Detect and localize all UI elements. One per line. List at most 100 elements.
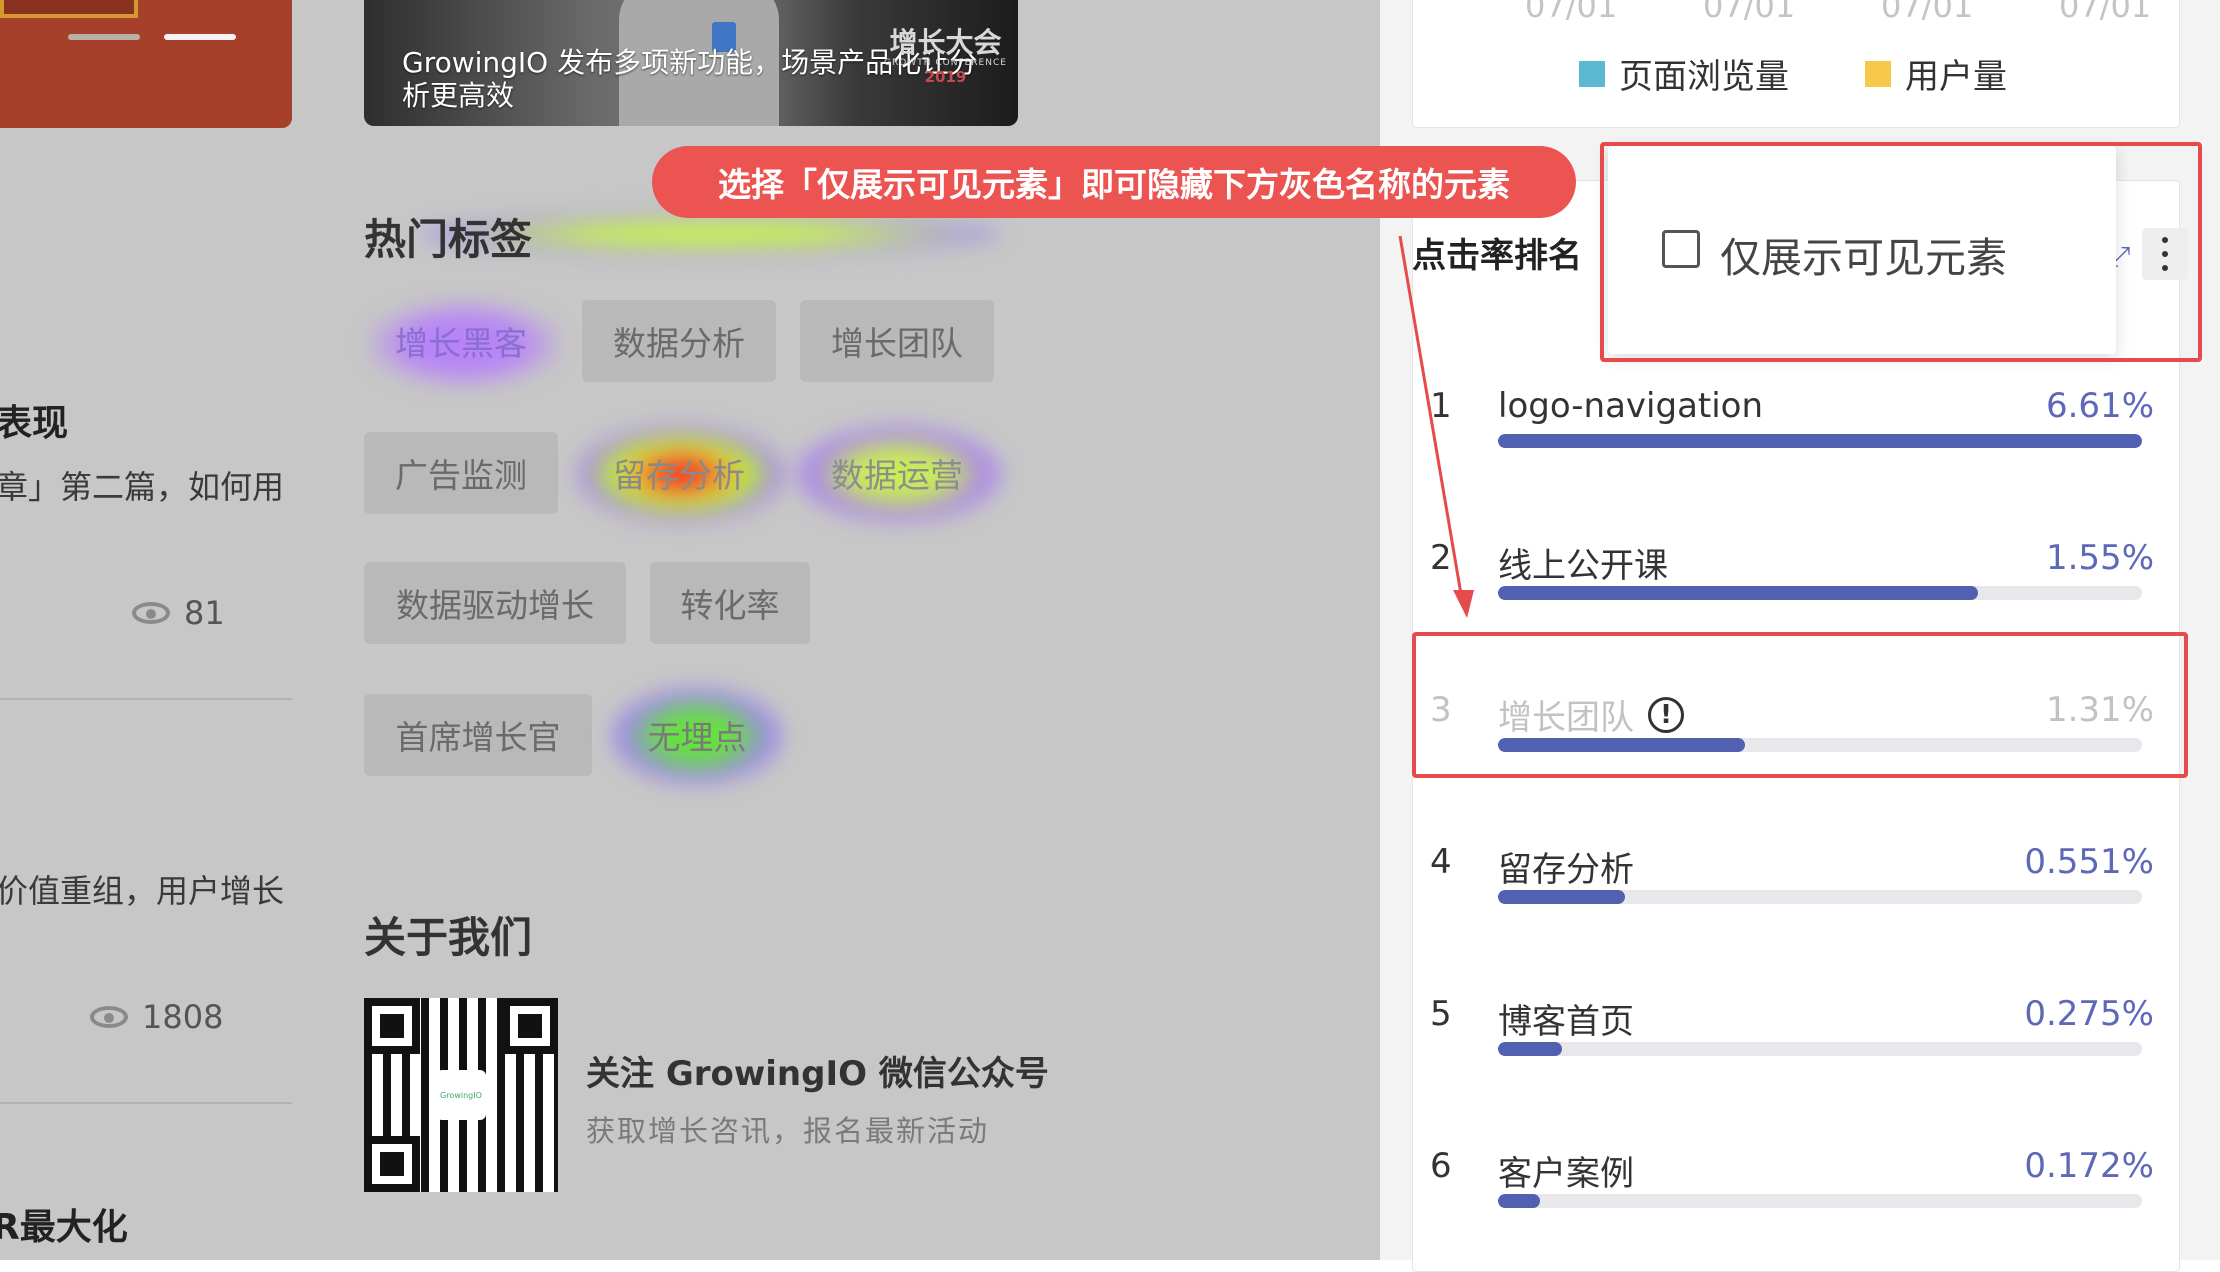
rate-bar-fill <box>1498 434 2142 448</box>
divider <box>0 1102 292 1104</box>
rank-number: 4 <box>1430 842 1452 882</box>
element-name-text: 留存分析 <box>1498 850 1634 890</box>
tag-growth-hacker[interactable]: 增长黑客 <box>364 300 558 382</box>
legend-users[interactable]: 用户量 <box>1865 49 2007 98</box>
rate-bar-track <box>1498 1042 2142 1056</box>
click-rank-title: 点击率排名 <box>1412 236 1582 276</box>
legend-label: 页面浏览量 <box>1619 57 1789 97</box>
x-axis-label: 07/01 <box>1881 0 1974 25</box>
carousel-dot-active[interactable] <box>164 34 236 40</box>
rate-bar-track <box>1498 738 2142 752</box>
rate-bar-track <box>1498 434 2142 448</box>
element-name-text: 客户案例 <box>1498 1154 1634 1194</box>
qr-corner <box>364 1136 420 1192</box>
options-dropdown: 仅展示可见元素 <box>1608 146 2116 354</box>
rate-bar-fill <box>1498 890 1625 904</box>
conference-sub: GROWTH CONFERENCE <box>884 58 1007 68</box>
qr-corner <box>502 998 558 1054</box>
x-axis-label: 07/01 <box>1703 0 1796 25</box>
rank-row[interactable]: 2 线上公开课 1.55% <box>1412 514 2178 664</box>
rank-row[interactable]: 6 客户案例 0.172% <box>1412 1122 2178 1272</box>
banner-decoration <box>0 0 138 18</box>
rank-number: 5 <box>1430 994 1452 1034</box>
qr-corner <box>364 998 420 1054</box>
tag-retention-analysis[interactable]: 留存分析 <box>582 432 776 514</box>
conference-name: 增长大会 <box>889 26 1002 59</box>
article-desc: 价值重组，用户增长 <box>0 872 285 910</box>
article-views: 1808 <box>90 998 223 1036</box>
eye-icon <box>132 602 170 624</box>
click-rate: 1.55% <box>2045 538 2154 578</box>
more-vertical-icon[interactable] <box>2142 228 2188 280</box>
tag-data-driven-growth[interactable]: 数据驱动增长 <box>364 562 626 644</box>
eye-icon <box>90 1006 128 1028</box>
trend-chart-card: 07/01 07/01 07/01 07/01 页面浏览量 用户量 <box>1412 0 2180 128</box>
rate-bar-track <box>1498 1194 2142 1208</box>
tag-growth-team[interactable]: 增长团队 <box>800 300 994 382</box>
rank-number: 2 <box>1430 538 1452 578</box>
about-main-text: 关注 GrowingIO 微信公众号 <box>586 1054 1049 1094</box>
about-title: 关于我们 <box>364 913 533 962</box>
news-photo-card[interactable]: GrowingIO 发布多项新功能，场景产品化让分析更高效 增长大会 GROWT… <box>364 0 1018 126</box>
rate-bar-fill <box>1498 586 1978 600</box>
article-title[interactable]: 表现 <box>0 394 68 446</box>
click-rate: 6.61% <box>2045 386 2154 426</box>
rate-bar-fill <box>1498 1194 1540 1208</box>
tag-ad-monitoring[interactable]: 广告监测 <box>364 432 558 514</box>
warning-circle-icon[interactable]: ! <box>1648 696 1684 733</box>
annotation-callout: 选择「仅展示可见元素」即可隐藏下方灰色名称的元素 <box>652 146 1576 218</box>
conference-logo: 增长大会 GROWTH CONFERENCE 2019 <box>884 26 1007 87</box>
rate-bar-fill <box>1498 738 1745 752</box>
element-name: 客户案例 <box>1498 1146 1634 1195</box>
x-axis-label: 07/01 <box>2059 0 2152 25</box>
visible-only-label[interactable]: 仅展示可见元素 <box>1720 224 2007 284</box>
tag-conversion-rate[interactable]: 转化率 <box>650 562 810 644</box>
tag-data-operations[interactable]: 数据运营 <box>800 432 994 514</box>
element-name: 增长团队 ! <box>1498 690 1684 739</box>
element-name-text: 线上公开课 <box>1498 546 1668 586</box>
element-name: 留存分析 <box>1498 842 1634 891</box>
x-axis-label: 07/01 <box>1525 0 1618 25</box>
qr-logo: GrowingIO <box>436 1070 486 1120</box>
view-count: 1808 <box>142 998 224 1036</box>
click-rate: 0.275% <box>2024 994 2154 1034</box>
tag-no-tracking[interactable]: 无埋点 <box>616 694 778 776</box>
rank-row[interactable]: 5 博客首页 0.275% <box>1412 970 2178 1120</box>
element-name-text: logo-navigation <box>1498 386 1764 426</box>
article-desc: 章」第二篇，如何用 <box>0 468 285 506</box>
rank-row[interactable]: 4 留存分析 0.551% <box>1412 818 2178 968</box>
rank-number: 3 <box>1430 690 1452 730</box>
legend-swatch <box>1865 60 1891 87</box>
visible-only-checkbox[interactable] <box>1662 230 1700 268</box>
element-name-text: 博客首页 <box>1498 1002 1634 1042</box>
rank-number: 6 <box>1430 1146 1452 1186</box>
about-sub-text: 获取增长咨讯，报名最新活动 <box>586 1114 990 1148</box>
element-name: 线上公开课 <box>1498 538 1668 587</box>
click-rate: 1.31% <box>2045 690 2154 730</box>
carousel-dot[interactable] <box>68 34 140 40</box>
divider <box>0 698 292 700</box>
tag-chief-growth-officer[interactable]: 首席增长官 <box>364 694 592 776</box>
article-title[interactable]: R最大化 <box>0 1198 128 1250</box>
rate-bar-track <box>1498 890 2142 904</box>
rank-row[interactable]: 1 logo-navigation 6.61% <box>1412 362 2178 512</box>
hot-tags-title: 热门标签 <box>364 215 533 264</box>
view-count: 81 <box>184 594 225 632</box>
rank-row-hidden-element[interactable]: 3 增长团队 ! 1.31% <box>1412 666 2178 816</box>
legend-label: 用户量 <box>1905 57 2007 97</box>
click-rate: 0.172% <box>2024 1146 2154 1186</box>
banner-image[interactable] <box>0 0 292 128</box>
element-name: logo-navigation <box>1498 386 1763 426</box>
wechat-qr-code: GrowingIO <box>364 998 558 1192</box>
element-name: 博客首页 <box>1498 994 1634 1043</box>
element-name-text: 增长团队 <box>1498 698 1634 738</box>
tag-data-analysis[interactable]: 数据分析 <box>582 300 776 382</box>
conference-year: 2019 <box>924 68 967 86</box>
rate-bar-fill <box>1498 1042 1562 1056</box>
click-rate: 0.551% <box>2024 842 2154 882</box>
rate-bar-track <box>1498 586 2142 600</box>
legend-page-views[interactable]: 页面浏览量 <box>1579 49 1789 98</box>
legend-swatch <box>1579 60 1605 87</box>
article-views: 81 <box>132 594 225 632</box>
rank-number: 1 <box>1430 386 1452 426</box>
